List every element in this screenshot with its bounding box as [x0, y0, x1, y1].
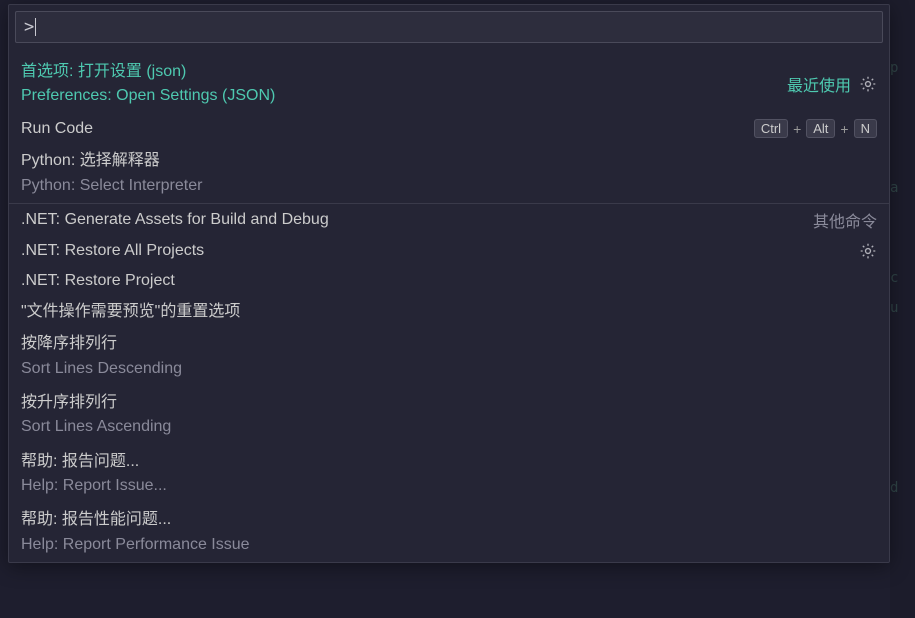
command-item-description: Sort Lines Ascending [21, 416, 171, 438]
command-item-dotnet-restore-all[interactable]: .NET: Restore All Projects [9, 236, 889, 266]
command-item-right [859, 242, 877, 260]
command-item-left: 帮助: 报告性能问题... Help: Report Performance Is… [21, 509, 250, 556]
command-item-description: Help: Report Performance Issue [21, 534, 250, 556]
command-item-label: 按升序排列行 [21, 392, 171, 414]
command-item-description: Python: Select Interpreter [21, 175, 202, 197]
command-item-open-settings-json[interactable]: 首选项: 打开设置 (json)Preferences: Open Settin… [9, 55, 889, 114]
command-item-help-report-perf[interactable]: 帮助: 报告性能问题... Help: Report Performance Is… [9, 503, 889, 562]
keybinding: Ctrl+Alt+N [754, 119, 877, 138]
command-item-python-select-interpreter[interactable]: Python: 选择解释器 Python: Select Interpreter [9, 144, 889, 203]
text-caret [35, 18, 36, 36]
key: N [854, 119, 877, 138]
command-input-container[interactable]: > [15, 11, 883, 43]
command-item-left: .NET: Restore All Projects [21, 240, 204, 262]
gear-icon[interactable] [859, 242, 877, 260]
command-item-run-code[interactable]: Run CodeCtrl+Alt+N [9, 114, 889, 144]
command-item-description: Sort Lines Descending [21, 358, 182, 380]
key: Alt [806, 119, 835, 138]
command-item-label: .NET: Generate Assets for Build and Debu… [21, 209, 329, 231]
other-commands-label: 其他命令 [813, 208, 877, 232]
command-item-label: Run Code [21, 118, 93, 140]
gear-icon[interactable] [859, 75, 877, 93]
command-item-left: .NET: Restore Project [21, 270, 175, 292]
command-item-reset-file-preview[interactable]: "文件操作需要预览"的重置选项 [9, 297, 889, 327]
command-item-label: 首选项: 打开设置 (json) [21, 61, 275, 83]
command-item-left: 首选项: 打开设置 (json)Preferences: Open Settin… [21, 61, 275, 108]
command-results-list: 首选项: 打开设置 (json)Preferences: Open Settin… [9, 43, 889, 562]
command-item-left: Python: 选择解释器 Python: Select Interpreter [21, 150, 202, 197]
command-item-left: 按降序排列行 Sort Lines Descending [21, 333, 182, 380]
key: Ctrl [754, 119, 788, 138]
command-item-dotnet-generate-assets[interactable]: .NET: Generate Assets for Build and Debu… [9, 204, 889, 236]
command-item-label: Python: 选择解释器 [21, 150, 202, 172]
command-item-left: Run Code [21, 118, 93, 140]
command-item-label: 帮助: 报告性能问题... [21, 509, 250, 531]
command-item-label: .NET: Restore All Projects [21, 240, 204, 262]
command-item-left: .NET: Generate Assets for Build and Debu… [21, 209, 329, 231]
command-item-left: "文件操作需要预览"的重置选项 [21, 301, 240, 323]
recent-label: 最近使用 [787, 72, 851, 96]
command-palette: > 首选项: 打开设置 (json)Preferences: Open Sett… [8, 4, 890, 563]
command-item-left: 帮助: 报告问题...Help: Report Issue... [21, 451, 167, 498]
editor-background: pacud [890, 0, 915, 618]
command-item-right: 最近使用 [787, 72, 877, 96]
command-item-label: .NET: Restore Project [21, 270, 175, 292]
command-item-label: 帮助: 报告问题... [21, 451, 167, 473]
command-item-sort-asc[interactable]: 按升序排列行Sort Lines Ascending [9, 386, 889, 445]
key-separator: + [792, 121, 802, 137]
command-item-left: 按升序排列行Sort Lines Ascending [21, 392, 171, 439]
prompt-prefix: > [24, 17, 34, 37]
command-item-right: Ctrl+Alt+N [754, 119, 877, 138]
command-item-label: "文件操作需要预览"的重置选项 [21, 301, 240, 323]
command-item-help-report-issue[interactable]: 帮助: 报告问题...Help: Report Issue... [9, 445, 889, 504]
command-item-right: 其他命令 [813, 208, 877, 232]
command-item-dotnet-restore-project[interactable]: .NET: Restore Project [9, 266, 889, 296]
command-item-description: Preferences: Open Settings (JSON) [21, 85, 275, 107]
command-item-description: Help: Report Issue... [21, 475, 167, 497]
command-item-sort-desc[interactable]: 按降序排列行 Sort Lines Descending [9, 327, 889, 386]
key-separator: + [839, 121, 849, 137]
command-item-label: 按降序排列行 [21, 333, 182, 355]
